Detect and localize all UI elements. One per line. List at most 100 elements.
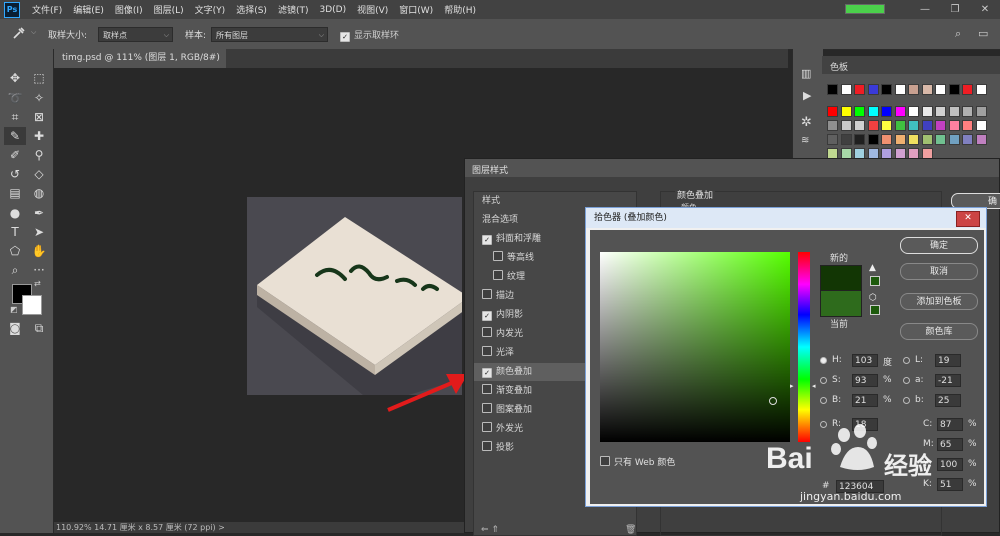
menu-item-3[interactable]: 图层(L) [154,3,184,16]
swatch[interactable] [867,134,879,145]
eyedropper-tool-icon[interactable]: ✎ [4,127,26,145]
swatch[interactable] [840,106,852,117]
h-radio[interactable] [820,357,827,364]
swatch[interactable] [921,134,933,145]
swatch[interactable] [962,84,973,95]
swatch[interactable] [962,120,973,131]
menu-item-7[interactable]: 3D(D) [319,5,346,15]
menu-item-4[interactable]: 文字(Y) [195,3,226,16]
menu-item-6[interactable]: 滤镜(T) [278,3,309,16]
brush-settings-icon[interactable]: ≋ [801,135,809,146]
sample-dropdown[interactable]: 所有图层 ⌵ [211,27,328,42]
b-lab-radio[interactable] [903,397,910,404]
web-safe-swatch[interactable] [870,305,880,315]
eyedropper-icon[interactable] [12,26,26,40]
style-checkbox[interactable] [493,270,503,280]
swatch[interactable] [827,84,838,95]
swatch[interactable] [881,84,892,95]
restore-button[interactable]: ❐ [940,0,970,19]
only-web-colors-checkbox[interactable]: 只有 Web 颜色 [600,455,675,468]
a-input[interactable]: -21 [935,374,961,387]
magic-wand-icon[interactable]: ✧ [28,89,50,107]
color-field-marker[interactable] [769,397,777,405]
more-tools-icon[interactable]: ··· [28,261,50,279]
menu-item-8[interactable]: 视图(V) [357,3,388,16]
crop-tool-icon[interactable]: ⌗ [4,108,26,126]
menu-item-0[interactable]: 文件(F) [32,3,62,16]
search-icon[interactable]: ⌕ [955,27,961,41]
sample-size-dropdown[interactable]: 取样点 ⌵ [98,27,173,42]
swatch[interactable] [908,120,919,131]
type-tool-icon[interactable]: T [4,223,26,241]
swatch[interactable] [827,134,838,145]
stamp-tool-icon[interactable]: ⚲ [28,146,50,164]
lasso-tool-icon[interactable]: ➰ [4,89,26,107]
style-checkbox[interactable] [482,346,492,356]
swatch[interactable] [894,134,906,145]
swatch[interactable] [975,134,987,145]
close-button[interactable]: ✕ [970,0,1000,19]
swatch[interactable] [867,106,879,117]
default-colors-icon[interactable]: ◩ [10,305,18,314]
blur-tool-icon[interactable]: ◍ [28,184,50,202]
hue-slider-left-arrow[interactable]: ▸ [790,382,794,390]
close-icon[interactable]: ✕ [956,211,980,227]
swatch[interactable] [854,106,865,117]
swatch[interactable] [908,134,919,145]
swatch[interactable] [935,106,946,117]
hue-slider[interactable] [798,252,810,442]
swap-colors-icon[interactable]: ⇄ [34,279,41,288]
menu-item-5[interactable]: 选择(S) [236,3,267,16]
swatch[interactable] [962,106,973,117]
gradient-tool-icon[interactable]: ▤ [4,184,26,202]
swatch[interactable] [921,84,933,95]
adjustments-icon[interactable]: ✲ [801,115,812,130]
swatch[interactable] [881,120,892,131]
fx-add-icon[interactable]: ⇐ ⇑ [481,525,499,535]
style-checkbox[interactable] [482,327,492,337]
s-radio[interactable] [820,377,827,384]
b-radio[interactable] [820,397,827,404]
eraser-tool-icon[interactable]: ◇ [28,165,50,183]
style-checkbox[interactable] [482,403,492,413]
hue-slider-right-arrow[interactable]: ◂ [812,382,816,390]
tool-preset-arrow-icon[interactable]: ⌵ [31,28,36,37]
menu-item-9[interactable]: 窗口(W) [399,3,433,16]
swatch[interactable] [921,106,933,117]
add-to-swatches-button[interactable]: 添加到色板 [900,293,978,310]
document-tab[interactable]: timg.psd @ 111% (图层 1, RGB/8#) *✕ [54,49,226,82]
swatch[interactable] [908,84,919,95]
style-checkbox[interactable]: ✓ [482,368,492,378]
swatch[interactable] [827,120,838,131]
swatch[interactable] [867,120,879,131]
zoom-tool-icon[interactable]: ⌕ [4,261,26,279]
swatch[interactable] [894,84,906,95]
swatch[interactable] [854,120,865,131]
menu-item-1[interactable]: 编辑(E) [73,3,104,16]
marquee-tool-icon[interactable]: ⬚ [28,69,50,87]
move-tool-icon[interactable]: ✥ [4,69,26,87]
swatch[interactable] [840,120,852,131]
swatch[interactable] [894,120,906,131]
background-color-swatch[interactable] [22,295,42,315]
current-color-swatch[interactable] [820,290,862,317]
frame-tool-icon[interactable]: ⊠ [28,108,50,126]
healing-brush-icon[interactable]: ✚ [28,127,50,145]
brush-tool-icon[interactable]: ✐ [4,146,26,164]
swatch[interactable] [854,84,865,95]
history-brush-icon[interactable]: ↺ [4,165,26,183]
swatch[interactable] [840,84,852,95]
swatch[interactable] [962,134,973,145]
swatch[interactable] [948,84,960,95]
swatch[interactable] [881,134,892,145]
web-safe-icon[interactable]: ⬡ [869,293,877,303]
pen-tool-icon[interactable]: ✒ [28,204,50,222]
style-checkbox[interactable] [482,384,492,394]
swatch[interactable] [921,120,933,131]
l-input[interactable]: 19 [935,354,961,367]
gamut-swatch[interactable] [870,276,880,286]
screen-mode-icon[interactable]: ⧉ [28,319,50,337]
color-field[interactable] [600,252,790,442]
swatch[interactable] [935,120,946,131]
swatch[interactable] [948,106,960,117]
